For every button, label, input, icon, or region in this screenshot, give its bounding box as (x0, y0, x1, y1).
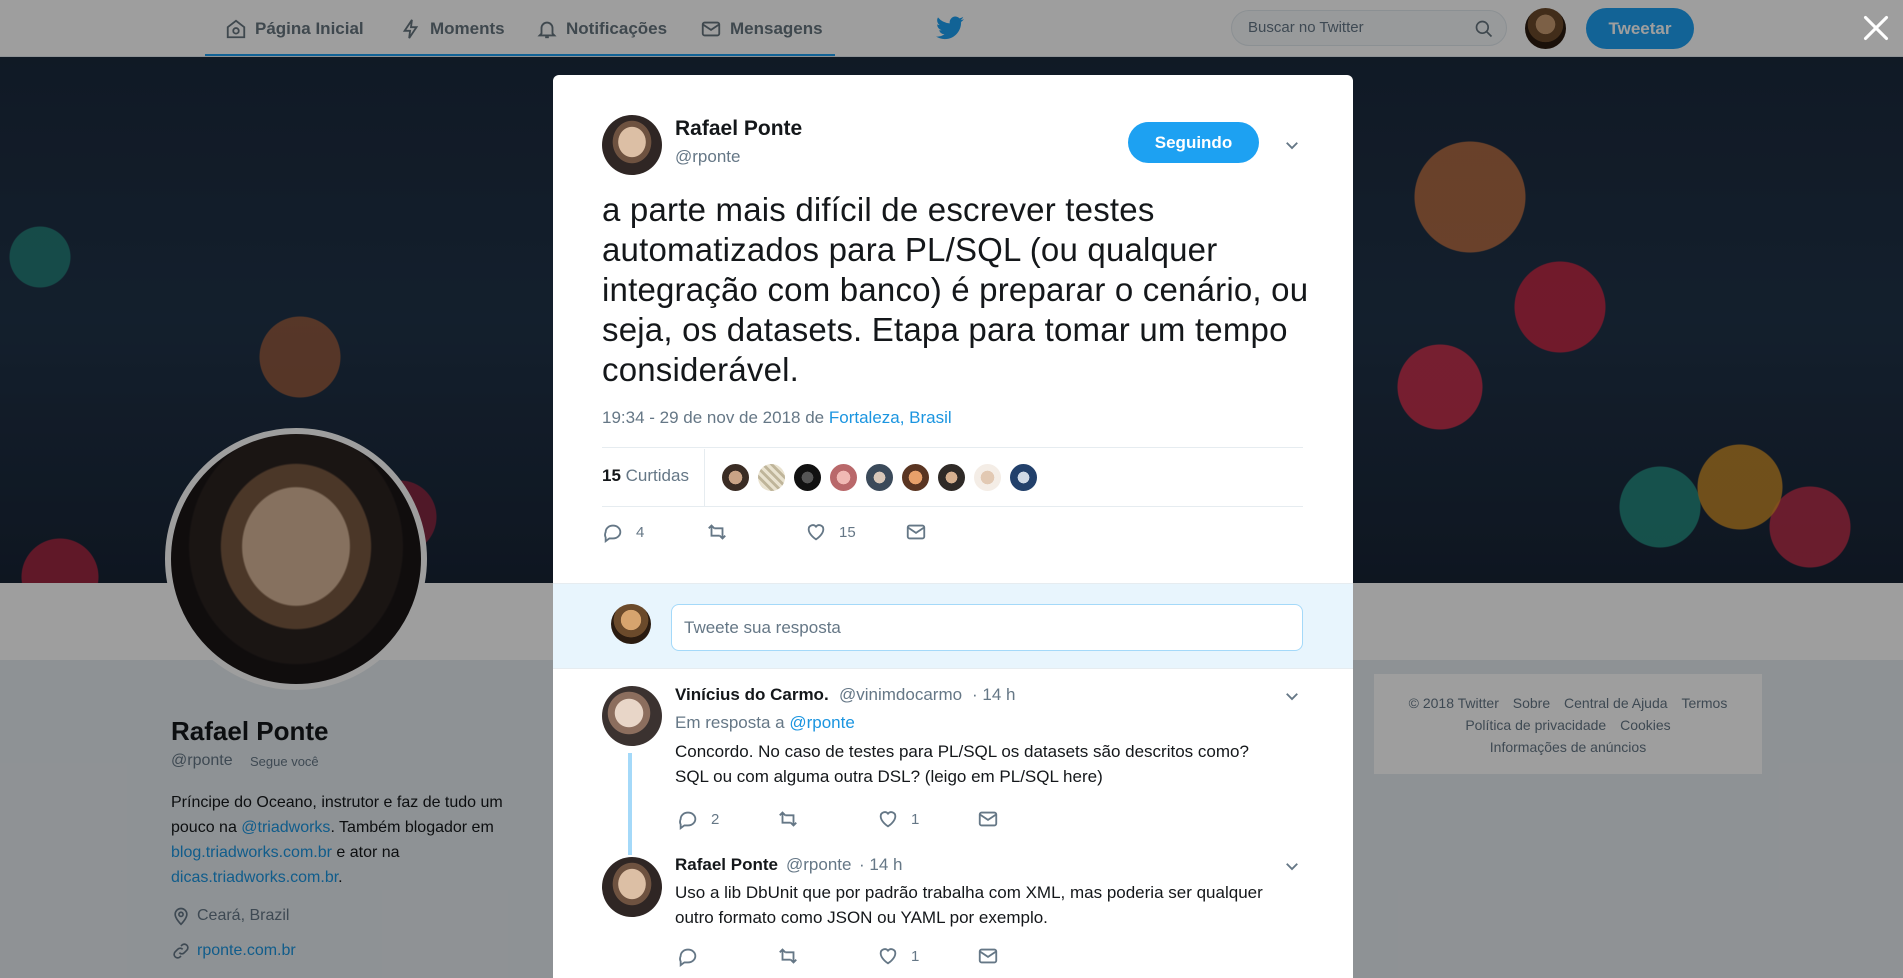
liker-avatar[interactable] (756, 462, 787, 493)
divider (704, 449, 705, 507)
like-action[interactable]: 1 (877, 945, 919, 967)
tweet-metadata: 19:34 - 29 de nov de 2018 de Fortaleza, … (602, 408, 952, 428)
like-count: 15 (839, 523, 856, 541)
reply-input[interactable] (671, 604, 1303, 651)
direct-message-action[interactable] (977, 808, 999, 830)
heart-icon (879, 948, 897, 965)
retweet-action[interactable] (706, 521, 740, 543)
reply-time[interactable]: · 14 h (859, 855, 902, 875)
direct-message-action[interactable] (905, 521, 927, 543)
reply-author-handle[interactable]: @rponte (786, 855, 851, 875)
chevron-down-icon[interactable] (1283, 136, 1301, 154)
retweet-icon (779, 948, 797, 964)
direct-message-action[interactable] (977, 945, 999, 967)
author-handle[interactable]: @rponte (675, 147, 740, 167)
liker-avatar[interactable] (792, 462, 823, 493)
like-action[interactable]: 15 (805, 521, 856, 543)
chevron-down-icon[interactable] (1283, 857, 1301, 875)
divider (602, 506, 1303, 507)
liker-avatar[interactable] (972, 462, 1003, 493)
heart-icon (807, 524, 825, 541)
thread-connector (628, 753, 632, 855)
reply-count: 2 (711, 810, 720, 828)
reply-author-name[interactable]: Rafael Ponte (675, 855, 778, 875)
envelope-icon (978, 811, 998, 827)
reply-author-handle[interactable]: @vinimdocarmo (839, 685, 962, 705)
reply-count: 4 (636, 523, 645, 541)
reply-action[interactable] (677, 945, 699, 967)
reply-compose-area (553, 583, 1353, 669)
author-name[interactable]: Rafael Ponte (675, 117, 802, 141)
in-reply-to-prefix: Em resposta a (675, 713, 790, 732)
like-action[interactable]: 1 (877, 808, 919, 830)
in-reply-to: Em resposta a @rponte (675, 713, 855, 733)
retweet-icon (779, 811, 797, 827)
tweet-timestamp[interactable]: 19:34 - 29 de nov de 2018 de (602, 408, 829, 427)
liker-avatar[interactable] (828, 462, 859, 493)
liker-avatar[interactable] (900, 462, 931, 493)
likes-count: 15 (602, 466, 621, 485)
reply-text: Uso a lib DbUnit que por padrão trabalha… (675, 883, 1263, 927)
following-button[interactable]: Seguindo (1128, 122, 1259, 163)
reply-author-avatar[interactable] (602, 686, 662, 746)
heart-icon (879, 811, 897, 828)
in-reply-to-link[interactable]: @rponte (789, 713, 854, 732)
reply-icon (679, 811, 697, 830)
author-avatar[interactable] (602, 115, 662, 175)
reply-time[interactable]: · 14 h (972, 685, 1015, 705)
reply-author-avatar[interactable] (602, 857, 662, 917)
chevron-down-icon[interactable] (1283, 687, 1301, 705)
envelope-icon (906, 524, 926, 540)
reply-icon (679, 948, 697, 967)
current-user-avatar[interactable] (611, 604, 651, 644)
liker-avatar[interactable] (1008, 462, 1039, 493)
reply-action[interactable]: 4 (602, 521, 644, 543)
tweet-text: a parte mais difícil de escrever testes … (602, 191, 1309, 388)
retweet-action[interactable] (777, 808, 799, 830)
like-count: 1 (911, 810, 920, 828)
like-count: 1 (911, 947, 920, 965)
liker-avatar[interactable] (936, 462, 967, 493)
close-icon[interactable] (1862, 14, 1890, 42)
liker-avatar[interactable] (864, 462, 895, 493)
reply-author-name[interactable]: Vinícius do Carmo. (675, 685, 829, 705)
tweet-modal: Rafael Ponte @rponte Seguindo a parte ma… (553, 75, 1353, 978)
likes-summary[interactable]: 15 Curtidas (602, 466, 689, 486)
reply-text: Concordo. No caso de testes para PL/SQL … (675, 742, 1249, 786)
retweet-icon (708, 524, 726, 540)
likes-label: Curtidas (625, 466, 689, 485)
tweet-location-link[interactable]: Fortaleza, Brasil (829, 408, 952, 427)
reply-icon (604, 524, 622, 543)
divider (602, 447, 1303, 448)
liker-avatar[interactable] (720, 462, 751, 493)
envelope-icon (978, 948, 998, 964)
retweet-action[interactable] (777, 945, 799, 967)
reply-action[interactable]: 2 (677, 808, 719, 830)
